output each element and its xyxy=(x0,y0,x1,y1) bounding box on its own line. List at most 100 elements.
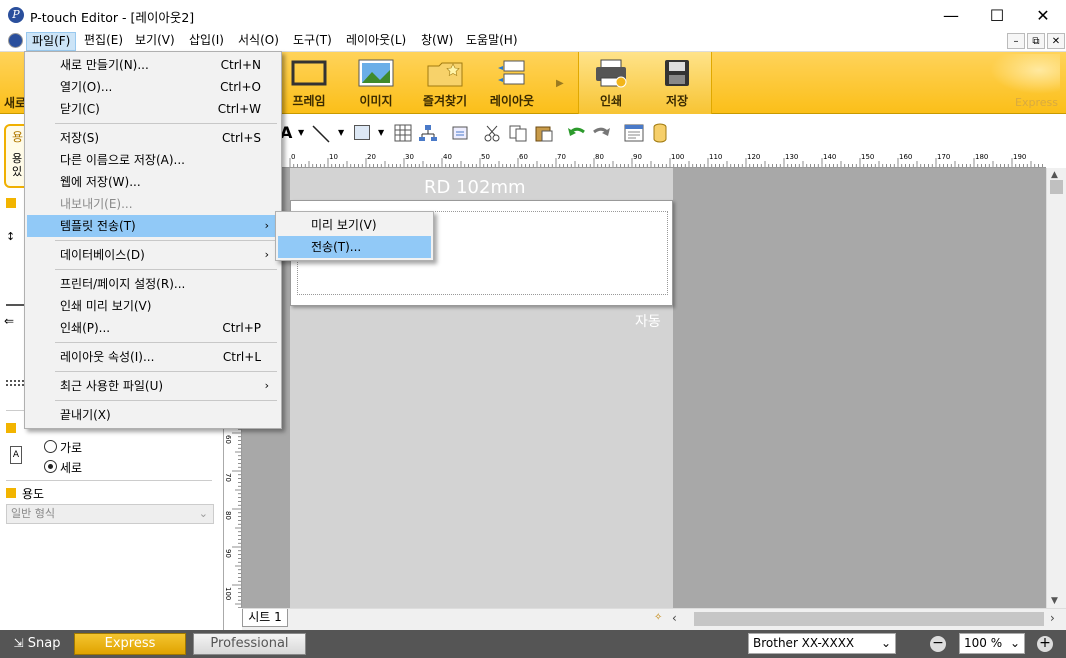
horizontal-scroll-thumb[interactable] xyxy=(694,612,1044,626)
chevron-down-icon[interactable]: ▼ xyxy=(298,128,304,137)
menu-window[interactable]: 창(W) xyxy=(416,32,458,51)
menu-item-exit[interactable]: 끝내기(X) xyxy=(27,404,279,426)
orientation-landscape-radio[interactable] xyxy=(44,440,57,453)
menu-file[interactable]: 파일(F) xyxy=(26,32,77,51)
menu-item-label: 템플릿 전송(T) xyxy=(60,219,136,233)
menu-item-print[interactable]: 인쇄(P)... Ctrl+P xyxy=(27,317,279,339)
doc-icon[interactable] xyxy=(8,33,23,48)
menu-item-shortcut: Ctrl+L xyxy=(222,350,261,364)
purpose-section-icon xyxy=(6,488,16,498)
file-menu: 새로 만들기(N)... Ctrl+N 열기(O)... Ctrl+O 닫기(C) C… xyxy=(24,51,282,429)
menu-layout[interactable]: 레이아웃(L) xyxy=(341,32,411,51)
table-tool-icon[interactable] xyxy=(394,124,412,142)
minimize-button[interactable]: — xyxy=(928,0,974,30)
ribbon-save-button[interactable]: 저장 xyxy=(646,56,708,112)
margin-icon: ⇐ xyxy=(4,314,15,328)
orientation-icon: A xyxy=(10,446,22,464)
chevron-down-icon[interactable]: ▼ xyxy=(378,128,384,137)
menu-item-new[interactable]: 새로 만들기(N)... Ctrl+N xyxy=(27,54,279,76)
menu-item-transfer-template[interactable]: 템플릿 전송(T) › xyxy=(27,215,279,237)
ribbon-favorites-button[interactable]: 즐겨찾기 xyxy=(414,56,476,112)
snap-mode-button[interactable]: ⇲ Snap xyxy=(6,633,68,655)
zoom-out-button[interactable]: − xyxy=(929,635,947,653)
close-button[interactable]: ✕ xyxy=(1020,0,1066,30)
menu-separator xyxy=(55,342,277,343)
scroll-down-icon[interactable]: ▼ xyxy=(1051,596,1058,606)
ribbon-frame-button[interactable]: 프레임 xyxy=(278,56,340,112)
menu-tools[interactable]: 도구(T) xyxy=(288,32,337,51)
menu-item-shortcut: Ctrl+N xyxy=(220,58,261,72)
ribbon-new-label-partial[interactable]: 새로 xyxy=(4,94,26,111)
ribbon-expand-icon[interactable]: ▶ xyxy=(556,78,564,89)
menu-item-layout-properties[interactable]: 레이아웃 속성(I)... Ctrl+L xyxy=(27,346,279,368)
ribbon-layout-button[interactable]: 레이아웃 xyxy=(481,56,543,112)
ruler-tick-label: 120 xyxy=(747,153,760,161)
undo-icon[interactable] xyxy=(566,124,586,142)
ribbon-image-button[interactable]: 이미지 xyxy=(345,56,407,112)
menu-edit[interactable]: 편집(E) xyxy=(79,32,128,51)
professional-mode-button[interactable]: Professional xyxy=(193,633,306,655)
menu-item-preview[interactable]: 미리 보기(V) xyxy=(278,214,431,236)
redo-icon[interactable] xyxy=(592,124,612,142)
ribbon-print-button[interactable]: 인쇄 xyxy=(580,56,642,112)
menu-item-label: 웹에 저장(W)... xyxy=(60,175,141,189)
vertical-scrollbar[interactable]: ▲ ▼ xyxy=(1046,168,1066,608)
menu-item-label: 최근 사용한 파일(U) xyxy=(60,379,164,393)
menu-bar: 파일(F) 편집(E) 보기(V) 삽입(I) 서식(O) 도구(T) 레이아웃… xyxy=(0,30,1066,52)
drawing-toolbar: A ▼ ▼ ▼ xyxy=(224,114,1066,150)
menu-item-open[interactable]: 열기(O)... Ctrl+O xyxy=(27,76,279,98)
ribbon-image-label: 이미지 xyxy=(359,94,393,108)
menu-item-close[interactable]: 닫기(C) Ctrl+W xyxy=(27,98,279,120)
orientation-portrait-radio[interactable] xyxy=(44,460,57,473)
scroll-right-icon[interactable]: › xyxy=(1050,611,1055,625)
menu-format[interactable]: 서식(O) xyxy=(233,32,284,51)
menu-item-printer-setup[interactable]: 프린터/페이지 설정(R)... xyxy=(27,273,279,295)
ruler-tick-label: 170 xyxy=(937,153,950,161)
mdi-restore-button[interactable]: ⧉ xyxy=(1027,33,1045,49)
menu-help[interactable]: 도움말(H) xyxy=(461,32,523,51)
ribbon-frame-label: 프레임 xyxy=(292,94,326,108)
mdi-close-button[interactable]: ✕ xyxy=(1047,33,1065,49)
mdi-minimize-button[interactable]: – xyxy=(1007,33,1025,49)
database-icon[interactable] xyxy=(652,123,668,143)
clip-art-icon[interactable] xyxy=(450,124,470,142)
chevron-right-icon: › xyxy=(264,248,269,261)
paste-icon[interactable] xyxy=(534,124,554,142)
rectangle-tool-icon[interactable] xyxy=(354,125,370,140)
chevron-right-icon: › xyxy=(264,219,269,232)
zoom-select[interactable]: 100 % ⌄ xyxy=(959,633,1025,654)
menu-item-recent-files[interactable]: 최근 사용한 파일(U) › xyxy=(27,375,279,397)
menu-item-print-preview[interactable]: 인쇄 미리 보기(V) xyxy=(27,295,279,317)
cut-icon[interactable] xyxy=(482,124,502,142)
menu-view[interactable]: 보기(V) xyxy=(130,32,180,51)
maximize-button[interactable]: ☐ xyxy=(974,0,1020,30)
scroll-up-icon[interactable]: ▲ xyxy=(1051,170,1058,180)
ribbon-layout-label: 레이아웃 xyxy=(489,94,535,108)
copy-icon[interactable] xyxy=(508,124,528,142)
ruler-tick-label: 110 xyxy=(709,153,722,161)
line-tool-icon[interactable] xyxy=(310,123,332,145)
properties-window-icon[interactable] xyxy=(624,124,644,142)
menu-item-shortcut: Ctrl+W xyxy=(217,102,261,116)
zoom-in-button[interactable]: + xyxy=(1036,635,1054,653)
menu-insert[interactable]: 삽입(I) xyxy=(184,32,229,51)
menu-item-transfer[interactable]: 전송(T)... xyxy=(278,236,431,258)
menu-item-save[interactable]: 저장(S) Ctrl+S xyxy=(27,127,279,149)
menu-item-shortcut: Ctrl+O xyxy=(220,80,261,94)
menu-item-label: 내보내기(E)... xyxy=(60,197,133,211)
org-chart-icon[interactable] xyxy=(418,124,438,142)
purpose-select[interactable]: 일반 형식 ⌄ xyxy=(6,504,214,524)
menu-item-database[interactable]: 데이터베이스(D) › xyxy=(27,244,279,266)
menu-item-label: 인쇄 미리 보기(V) xyxy=(60,299,152,313)
menu-item-save-as[interactable]: 다른 이름으로 저장(A)... xyxy=(27,149,279,171)
express-mode-button[interactable]: Express xyxy=(74,633,186,655)
new-sheet-icon[interactable]: ✧ xyxy=(654,612,662,623)
sheet-tab[interactable]: 시트 1 xyxy=(242,609,288,627)
scroll-left-icon[interactable]: ‹ xyxy=(672,611,677,625)
chevron-down-icon[interactable]: ▼ xyxy=(338,128,344,137)
menu-item-save-to-web[interactable]: 웹에 저장(W)... xyxy=(27,171,279,193)
printer-select-value: Brother XX-XXXX xyxy=(753,636,855,650)
scroll-thumb[interactable] xyxy=(1050,180,1063,194)
printer-select[interactable]: Brother XX-XXXX ⌄ xyxy=(748,633,896,654)
sheet-and-scroll-row: 시트 1 ✧ ‹ › xyxy=(242,608,1066,630)
